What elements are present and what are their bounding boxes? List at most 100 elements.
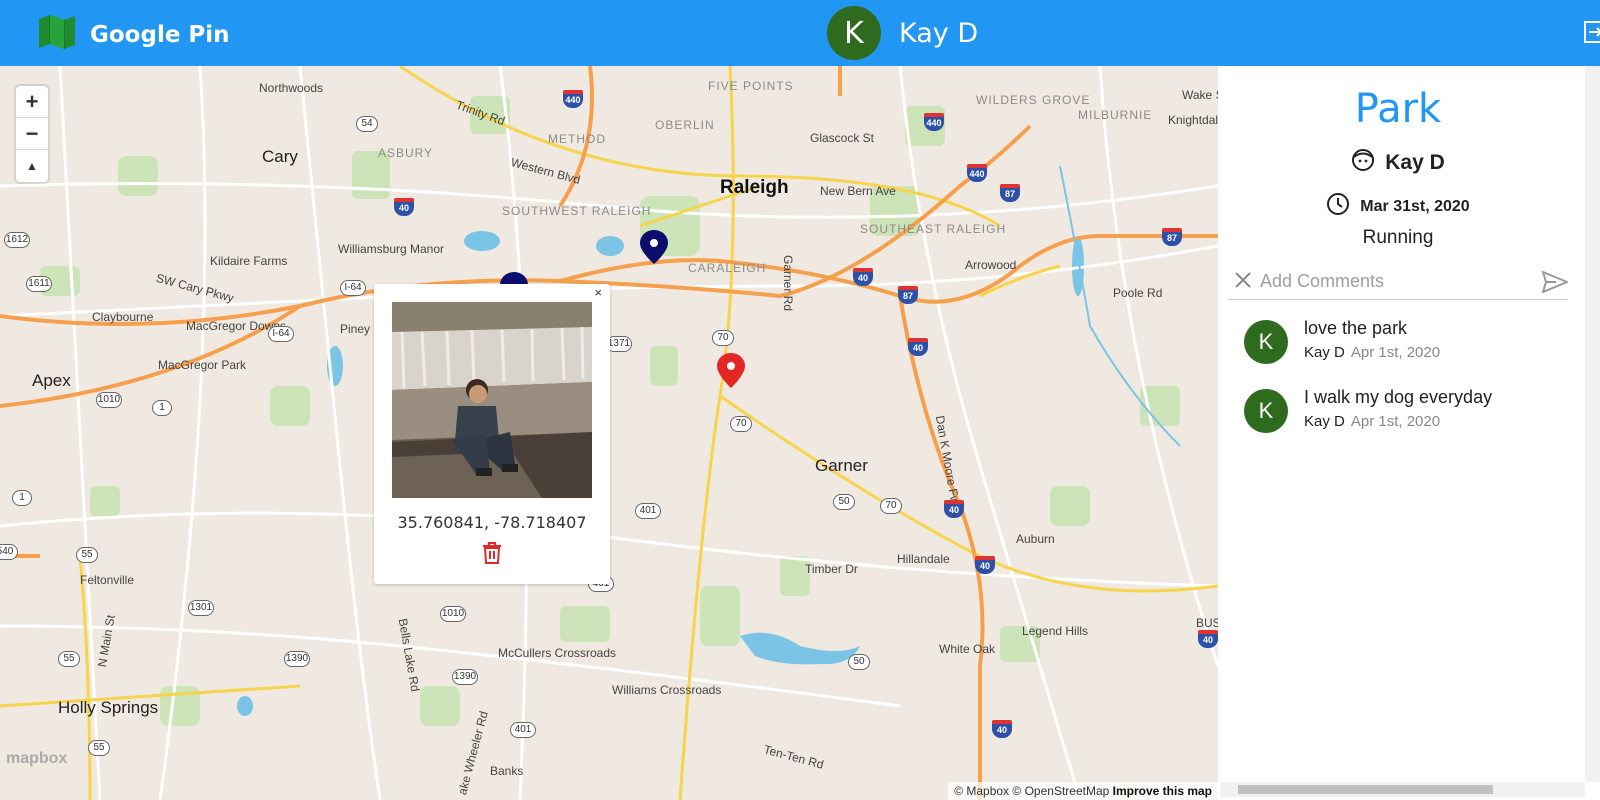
- comment-text: I walk my dog everyday: [1304, 387, 1493, 407]
- mapbox-attribution-link[interactable]: © Mapbox: [954, 784, 1009, 798]
- interstate-shield: 440: [924, 113, 944, 131]
- comment-text: love the park: [1304, 318, 1408, 338]
- route-shield: 1390: [284, 651, 310, 667]
- pin-blue-1: [640, 230, 668, 264]
- map-label-kildaire: Kildaire Farms: [210, 254, 288, 268]
- map-label-cary: Cary: [262, 147, 298, 166]
- horizontal-scrollbar[interactable]: [1220, 782, 1585, 797]
- route-shield: 54: [356, 116, 378, 132]
- clear-icon[interactable]: [1234, 271, 1252, 294]
- map-label-asbury: ASBURY: [378, 146, 434, 160]
- pin-date: Mar 31st, 2020: [1218, 192, 1578, 221]
- route-shield: 50: [833, 494, 855, 510]
- interstate-shield: 40: [394, 198, 414, 216]
- route-shield: I-64: [340, 280, 366, 296]
- avatar: K: [1244, 389, 1288, 433]
- map-label-caraleigh: CARALEIGH: [688, 261, 767, 275]
- trash-icon[interactable]: [482, 542, 502, 569]
- interstate-shield: 87: [1162, 228, 1182, 246]
- route-shield: 1: [12, 490, 32, 506]
- route-shield: 70: [880, 498, 902, 514]
- popup-close-button[interactable]: ×: [594, 285, 602, 300]
- interstate-shield: 40: [853, 268, 873, 286]
- app-title: Google Pin: [90, 21, 230, 48]
- map-label-milburnie: MILBURNIE: [1078, 108, 1153, 122]
- map-label-five-points: FIVE POINTS: [708, 79, 794, 93]
- map-label-timber: Timber Dr: [805, 562, 858, 576]
- map-label-method: METHOD: [548, 132, 606, 146]
- send-icon[interactable]: [1541, 270, 1570, 298]
- scrollbar-thumb[interactable]: [1238, 785, 1493, 794]
- map-label-claybourne: Claybourne: [92, 310, 154, 324]
- route-shield: 50: [848, 654, 870, 670]
- pin-detail-panel: Park Kay D Mar 31st, 2020 Running K love…: [1218, 66, 1600, 800]
- interstate-shield: 40: [1198, 630, 1218, 648]
- improve-map-link[interactable]: Improve this map: [1113, 784, 1212, 798]
- map-label-feltonville: Feltonville: [80, 573, 135, 587]
- route-shield: 1611: [26, 276, 52, 292]
- compass-button[interactable]: ▲: [16, 150, 48, 182]
- route-shield: 1: [152, 400, 172, 416]
- map-label-macgregor-park: MacGregor Park: [158, 358, 247, 372]
- map-attribution: © Mapbox © OpenStreetMap Improve this ma…: [948, 782, 1218, 800]
- map-label-poole: Poole Rd: [1113, 286, 1163, 300]
- osm-attribution-link[interactable]: © OpenStreetMap: [1012, 784, 1109, 798]
- map-label-legend-hills: Legend Hills: [1022, 624, 1089, 638]
- pin-author: Kay D: [1218, 148, 1578, 177]
- map-label-williams: Williams Crossroads: [612, 683, 722, 697]
- route-shield: 1010: [440, 606, 466, 622]
- current-user: K Kay D: [827, 6, 978, 60]
- map-label-wake: Wake S: [1182, 88, 1218, 102]
- avatar: K: [1244, 320, 1288, 364]
- comment-item: K love the park Kay D Apr 1st, 2020: [1244, 318, 1574, 387]
- app-bar: Google Pin K Kay D: [0, 0, 1600, 66]
- map-label-glascock: Glascock St: [810, 131, 875, 145]
- face-icon: [1351, 148, 1375, 177]
- zoom-out-button[interactable]: −: [16, 118, 48, 150]
- map-label-banks: Banks: [490, 764, 524, 778]
- route-shield: I-64: [268, 326, 294, 342]
- route-shield: 55: [58, 651, 80, 667]
- map-label-raleigh: Raleigh: [720, 177, 789, 198]
- map-label-knightdale: Knightdale: [1168, 113, 1218, 127]
- route-shield: 401: [510, 722, 536, 738]
- comment-author: Kay D: [1304, 413, 1345, 430]
- zoom-controls: + − ▲: [16, 86, 48, 182]
- comment-list: K love the park Kay D Apr 1st, 2020 K I w…: [1244, 318, 1574, 456]
- map-label-northwoods: Northwoods: [259, 81, 324, 95]
- pin-date-text: Mar 31st, 2020: [1360, 197, 1470, 215]
- route-shield: 401: [635, 503, 661, 519]
- vertical-scrollbar[interactable]: [1585, 66, 1600, 782]
- map-label-williamsburg: Williamsburg Manor: [338, 242, 445, 256]
- comment-author: Kay D: [1304, 344, 1345, 361]
- interstate-shield: 40: [908, 338, 928, 356]
- map-label-white-oak: White Oak: [939, 642, 996, 656]
- map-label-wilders-grove: WILDERS GROVE: [976, 93, 1091, 107]
- interstate-shield: 40: [975, 556, 995, 574]
- brand: Google Pin: [38, 14, 230, 55]
- interstate-shield: 87: [898, 286, 918, 304]
- map-label-se-raleigh: SOUTHEAST RALEIGH: [860, 222, 1007, 236]
- logout-icon[interactable]: [1583, 20, 1600, 49]
- avatar: K: [827, 6, 881, 60]
- route-shield: 1612: [4, 232, 30, 248]
- interstate-shield: 440: [563, 90, 583, 108]
- map-label-garner: Garner: [815, 456, 868, 475]
- comment-input[interactable]: [1260, 268, 1530, 294]
- map[interactable]: Raleigh Cary Garner Apex Holly Springs N…: [0, 66, 1218, 800]
- map-label-sw-raleigh: SOUTHWEST RALEIGH: [502, 204, 652, 218]
- interstate-shield: 87: [1000, 184, 1020, 202]
- pin-popup: × 35.760841, -78.718407: [374, 284, 610, 584]
- route-shield: 540: [0, 544, 18, 560]
- route-shield: 1010: [96, 392, 122, 408]
- interstate-shield: 440: [967, 164, 987, 182]
- map-label-apex: Apex: [32, 371, 71, 390]
- pin-title: Park: [1354, 86, 1442, 132]
- route-shield: 1301: [188, 600, 214, 616]
- mapbox-logo[interactable]: mapbox: [6, 750, 67, 768]
- map-label-bus: BUS.: [1196, 616, 1218, 630]
- zoom-in-button[interactable]: +: [16, 86, 48, 118]
- route-shield: 70: [712, 330, 734, 346]
- map-label-auburn: Auburn: [1016, 532, 1055, 546]
- clock-icon: [1326, 192, 1350, 221]
